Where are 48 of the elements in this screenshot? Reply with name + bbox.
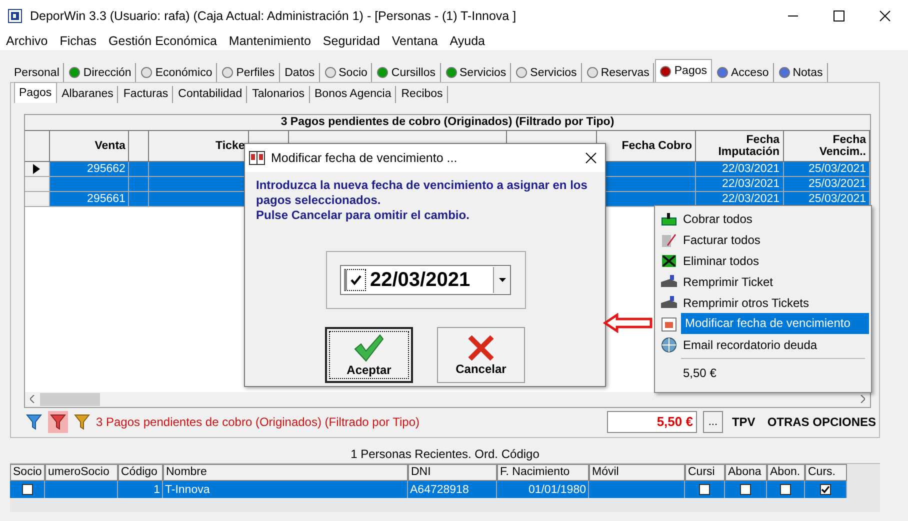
tab-label: Notas [792,66,823,78]
tab-label: Servicios [530,66,577,78]
table-cell: 25/03/2021 [808,163,866,175]
column-header: Ticke [216,140,245,152]
column-header: Abon. [767,464,805,481]
column-header: Socio [10,464,45,481]
tab-label: Servicios [460,66,506,78]
table-cell: 01/01/1980 [528,484,586,496]
table-cell: 22/03/2021 [722,193,780,205]
column-header: Fecha Vencim.. [818,134,866,158]
column-header: umeroSocio [45,464,118,481]
column-header: Fecha Imputación [717,134,780,158]
column-header: Nombre [163,464,408,481]
status-text: 3 Pagos pendientes de cobro (Originados) (Filtrado por Tipo) [96,415,420,430]
tab-label: Cursillos [391,66,436,78]
grid-title: 1 Personas Recientes. Ord. Código [10,446,880,464]
dialog-hint: Pulse Cancelar para omitir el cambio. [256,208,470,223]
grid-title: 3 Pagos pendientes de cobro (Originados) (Filtrado por Tipo) [25,115,870,131]
tab-label: Acceso [731,66,769,78]
column-header: Fecha Cobro [622,140,692,152]
table-cell: 1 [154,484,160,496]
table-cell: T-Innova [165,484,210,496]
tab-label: Pagos [674,65,707,77]
tab-label: Económico [155,66,212,78]
table-cell: A64728918 [410,484,469,496]
table-cell: 25/03/2021 [808,178,866,190]
dialog-title: Modificar fecha de vencimiento ... [271,151,458,165]
column-header: Abona [725,464,767,481]
dialog-message: Introduzca la nueva fecha de vencimiento a asignar en los pagos seleccionados. [256,178,588,208]
table-cell: 295662 [87,163,126,175]
tab-label: Perfiles [236,66,275,78]
column-header: DNI [408,464,497,481]
column-header: Curs. [805,464,847,481]
column-header: Móvil [589,464,685,481]
table-cell: 295661 [87,193,126,205]
column-header: Cursi [685,464,725,481]
table-cell: 22/03/2021 [722,163,780,175]
column-header: Venta [94,140,126,152]
column-header: F. Nacimiento [497,464,589,481]
tab-label: Datos [284,66,315,78]
table-cell: 25/03/2021 [808,193,866,205]
tab-label: Personal [14,66,60,78]
tab-label: Reservas [600,66,650,78]
tab-label: Socio [338,66,368,78]
column-header: Código [118,464,163,481]
table-cell: 22/03/2021 [722,178,780,190]
tab-label: Dirección [83,66,132,78]
window-title: DeporWin 3.3 (Usuario: rafa) (Caja Actual: Administración 1) - [Personas - (1) T-Innova ] [30,9,516,23]
